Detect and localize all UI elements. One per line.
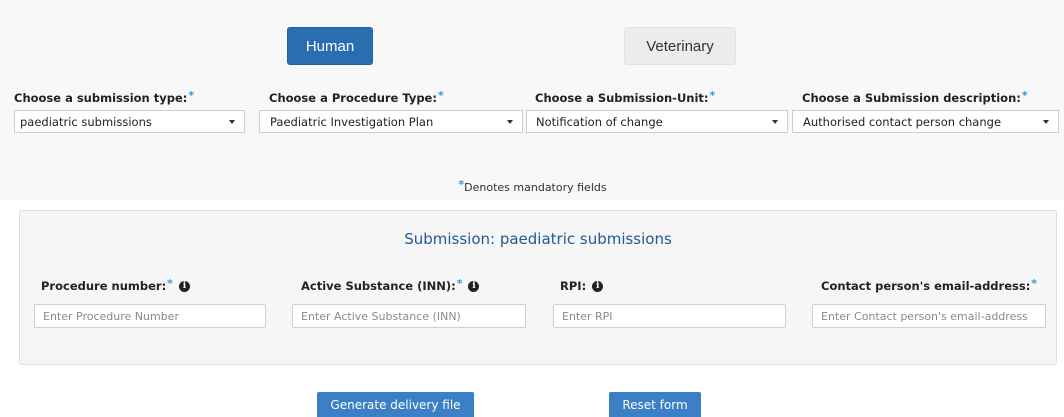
procedure-number-label-text: Procedure number: (41, 279, 167, 293)
submission-unit-select[interactable]: Notification of change (526, 110, 788, 133)
caret-down-icon (772, 119, 778, 124)
required-asterisk: * (167, 276, 173, 290)
tab-veterinary[interactable]: Veterinary (624, 27, 736, 65)
mandatory-note-text: Denotes mandatory fields (464, 181, 607, 194)
submission-description-label: Choose a Submission description:* (792, 89, 1059, 106)
generate-delivery-file-button[interactable]: Generate delivery file (317, 392, 474, 417)
contact-email-label: Contact person's email-address: * (812, 277, 1046, 295)
rpi-group: RPI: i (553, 277, 786, 328)
required-asterisk: * (709, 89, 716, 102)
submission-type-label: Choose a submission type:* (14, 89, 245, 106)
contact-email-label-text: Contact person's email-address: (821, 279, 1031, 293)
procedure-number-input[interactable] (34, 304, 266, 328)
mandatory-note: *Denotes mandatory fields (0, 178, 1064, 194)
submission-panel: Submission: paediatric submissions Proce… (19, 210, 1057, 365)
required-asterisk: * (1021, 89, 1028, 102)
info-icon[interactable]: i (592, 280, 604, 292)
reset-form-button[interactable]: Reset form (609, 392, 701, 417)
procedure-type-value: Paediatric Investigation Plan (270, 114, 434, 129)
submission-description-select[interactable]: Authorised contact person change (792, 110, 1059, 133)
submission-type-field: Choose a submission type:* paediatric su… (14, 89, 245, 133)
contact-email-input[interactable] (812, 304, 1046, 328)
caret-down-icon (507, 119, 513, 124)
submission-unit-field: Choose a Submission-Unit:* Notification … (526, 89, 788, 133)
procedure-number-label: Procedure number: * i (34, 277, 266, 295)
caret-down-icon (229, 119, 235, 124)
info-icon[interactable]: i (178, 280, 190, 292)
rpi-label: RPI: i (553, 277, 786, 295)
submission-type-select[interactable]: paediatric submissions (14, 110, 245, 133)
procedure-type-select[interactable]: Paediatric Investigation Plan (259, 110, 523, 133)
panel-title: Submission: paediatric submissions (404, 230, 672, 248)
active-substance-group: Active Substance (INN): * i (292, 277, 526, 328)
procedure-type-label: Choose a Procedure Type:* (259, 89, 523, 106)
submission-unit-label-text: Choose a Submission-Unit: (535, 91, 709, 105)
submission-description-field: Choose a Submission description:* Author… (792, 89, 1059, 133)
required-asterisk: * (188, 89, 195, 102)
rpi-input[interactable] (553, 304, 786, 328)
tab-human[interactable]: Human (287, 27, 373, 65)
active-substance-input[interactable] (292, 304, 526, 328)
required-asterisk: * (456, 276, 463, 290)
submission-type-label-text: Choose a submission type: (14, 91, 188, 105)
rpi-label-text: RPI: (560, 279, 587, 293)
submission-description-value: Authorised contact person change (803, 114, 1002, 129)
submission-description-label-text: Choose a Submission description: (802, 91, 1021, 105)
required-asterisk: * (437, 89, 444, 102)
caret-down-icon (1043, 119, 1049, 124)
active-substance-label-text: Active Substance (INN): (301, 279, 456, 293)
procedure-number-group: Procedure number: * i (34, 277, 266, 328)
submission-type-value: paediatric submissions (20, 114, 152, 129)
procedure-type-label-text: Choose a Procedure Type: (269, 91, 437, 105)
contact-email-group: Contact person's email-address: * (812, 277, 1046, 328)
info-icon[interactable]: i (468, 280, 480, 292)
submission-unit-label: Choose a Submission-Unit:* (526, 89, 788, 106)
submission-unit-value: Notification of change (536, 114, 663, 129)
procedure-type-field: Choose a Procedure Type:* Paediatric Inv… (259, 89, 523, 133)
required-asterisk: * (1031, 276, 1038, 290)
active-substance-label: Active Substance (INN): * i (292, 277, 526, 295)
required-asterisk: * (458, 178, 465, 191)
